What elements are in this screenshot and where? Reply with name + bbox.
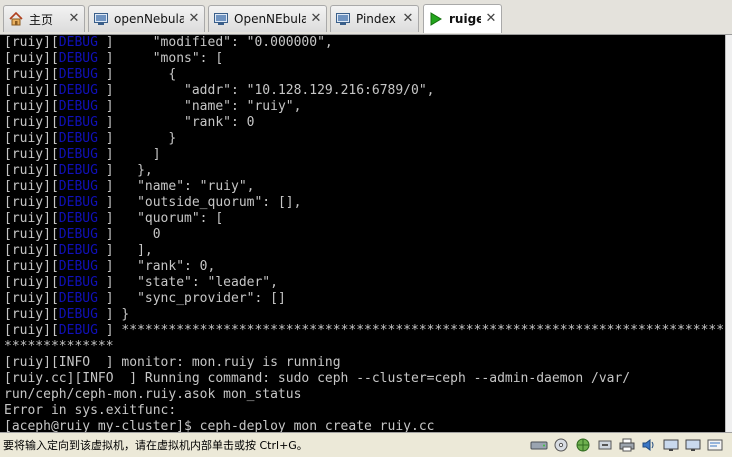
close-icon[interactable]: ✕ bbox=[310, 12, 322, 25]
console-line: [ruiy][DEBUG ] "addr": "10.128.129.216:6… bbox=[4, 83, 435, 98]
vm-console[interactable]: [ruiy][DEBUG ] "modified": "0.000000", [r… bbox=[0, 35, 725, 432]
console-line: [ruiy][DEBUG ] "rank": 0 bbox=[4, 115, 255, 130]
debug-tag: DEBUG bbox=[58, 307, 98, 322]
status-message: 要将输入定向到该虚拟机，请在虚拟机内部单击或按 Ctrl+G。 bbox=[3, 439, 308, 452]
console-line: [ruiy][DEBUG ] } bbox=[4, 131, 177, 146]
vm-icon bbox=[93, 11, 109, 27]
debug-tag: DEBUG bbox=[58, 179, 98, 194]
tab-bar: 主页 ✕ openNebula ✕ OpenNEbula ✕ Pindex ✕ ruige ✕ bbox=[0, 0, 732, 35]
debug-tag: DEBUG bbox=[58, 195, 98, 210]
display-icon[interactable] bbox=[662, 436, 680, 453]
console-line: [ruiy][DEBUG ] ], bbox=[4, 243, 153, 258]
console-line: [ruiy][DEBUG ] "quorum": [ bbox=[4, 211, 224, 226]
console-line: [ruiy][DEBUG ] 0 bbox=[4, 227, 161, 242]
status-bar: 要将输入定向到该虚拟机，请在虚拟机内部单击或按 Ctrl+G。 bbox=[0, 432, 732, 457]
cd-rom-icon[interactable] bbox=[552, 436, 570, 453]
debug-tag: DEBUG bbox=[58, 131, 98, 146]
console-line: [ruiy][DEBUG ] *************************… bbox=[4, 323, 725, 338]
tab-label: ruige bbox=[449, 12, 481, 26]
debug-tag: DEBUG bbox=[58, 147, 98, 162]
console-line: [ruiy][DEBUG ] { bbox=[4, 67, 177, 82]
console-line: [ruiy][DEBUG ] "name": "ruiy", bbox=[4, 99, 302, 114]
console-line: [ruiy][INFO ] monitor: mon.ruiy is runni… bbox=[4, 355, 341, 370]
debug-tag: DEBUG bbox=[58, 35, 98, 50]
close-icon[interactable]: ✕ bbox=[68, 12, 80, 25]
console-line: [ruiy][DEBUG ] "mons": [ bbox=[4, 51, 224, 66]
debug-tag: DEBUG bbox=[58, 163, 98, 178]
vm-icon bbox=[335, 11, 351, 27]
console-line: run/ceph/ceph-mon.ruiy.asok mon_status bbox=[4, 387, 302, 402]
console-output: [ruiy][DEBUG ] "modified": "0.000000", [r… bbox=[0, 35, 725, 432]
tab-5[interactable]: ruige ✕ bbox=[423, 4, 502, 33]
hard-disk-icon[interactable] bbox=[530, 436, 548, 453]
console-line: [ruiy][DEBUG ] "name": "ruiy", bbox=[4, 179, 255, 194]
tab-label: openNebula bbox=[114, 12, 184, 26]
tab-3[interactable]: OpenNEbula ✕ bbox=[208, 5, 327, 32]
close-icon[interactable]: ✕ bbox=[485, 12, 497, 25]
console-line: [ruiy][DEBUG ] ] bbox=[4, 147, 161, 162]
message-icon[interactable] bbox=[706, 436, 724, 453]
tab-4[interactable]: Pindex ✕ bbox=[330, 5, 419, 32]
debug-tag: DEBUG bbox=[58, 83, 98, 98]
network-icon[interactable] bbox=[574, 436, 592, 453]
device-tray bbox=[530, 436, 724, 453]
sound-icon[interactable] bbox=[640, 436, 658, 453]
debug-tag: DEBUG bbox=[58, 115, 98, 130]
debug-tag: DEBUG bbox=[58, 259, 98, 274]
debug-tag: DEBUG bbox=[58, 99, 98, 114]
debug-tag: DEBUG bbox=[58, 227, 98, 242]
debug-tag: DEBUG bbox=[58, 275, 98, 290]
console-line: [ruiy][DEBUG ] "sync_provider": [] bbox=[4, 291, 286, 306]
tab-label: 主页 bbox=[29, 12, 54, 27]
tab-label: Pindex bbox=[356, 12, 396, 26]
debug-tag: DEBUG bbox=[58, 67, 98, 82]
close-icon[interactable]: ✕ bbox=[402, 12, 414, 25]
console-line: Error in sys.exitfunc: bbox=[4, 403, 177, 418]
vm-icon bbox=[213, 11, 229, 27]
home-icon bbox=[8, 11, 24, 27]
console-line: [ruiy.cc][INFO ] Running command: sudo c… bbox=[4, 371, 631, 386]
console-line: [ruiy][DEBUG ] "rank": 0, bbox=[4, 259, 216, 274]
printer-icon[interactable] bbox=[618, 436, 636, 453]
tab-2[interactable]: openNebula ✕ bbox=[88, 5, 205, 32]
usb-icon[interactable] bbox=[596, 436, 614, 453]
vm-running-icon bbox=[428, 11, 444, 27]
tab-1[interactable]: 主页 ✕ bbox=[3, 5, 85, 32]
console-right-border bbox=[725, 35, 732, 432]
debug-tag: DEBUG bbox=[58, 51, 98, 66]
close-icon[interactable]: ✕ bbox=[188, 12, 200, 25]
console-line: [ruiy][DEBUG ] "state": "leader", bbox=[4, 275, 278, 290]
debug-tag: DEBUG bbox=[58, 211, 98, 226]
debug-tag: DEBUG bbox=[58, 243, 98, 258]
console-line: [ruiy][DEBUG ] "outside_quorum": [], bbox=[4, 195, 302, 210]
display-icon[interactable] bbox=[684, 436, 702, 453]
debug-tag: DEBUG bbox=[58, 323, 98, 338]
tab-label: OpenNEbula bbox=[234, 12, 306, 26]
debug-tag: DEBUG bbox=[58, 291, 98, 306]
console-line: [ruiy][DEBUG ] } bbox=[4, 307, 130, 322]
console-line: [ruiy][DEBUG ] "modified": "0.000000", bbox=[4, 35, 333, 50]
console-line: ************** bbox=[4, 339, 114, 354]
console-line: [aceph@ruiy my-cluster]$ ceph-deploy mon… bbox=[4, 419, 443, 432]
console-line: [ruiy][DEBUG ] }, bbox=[4, 163, 153, 178]
